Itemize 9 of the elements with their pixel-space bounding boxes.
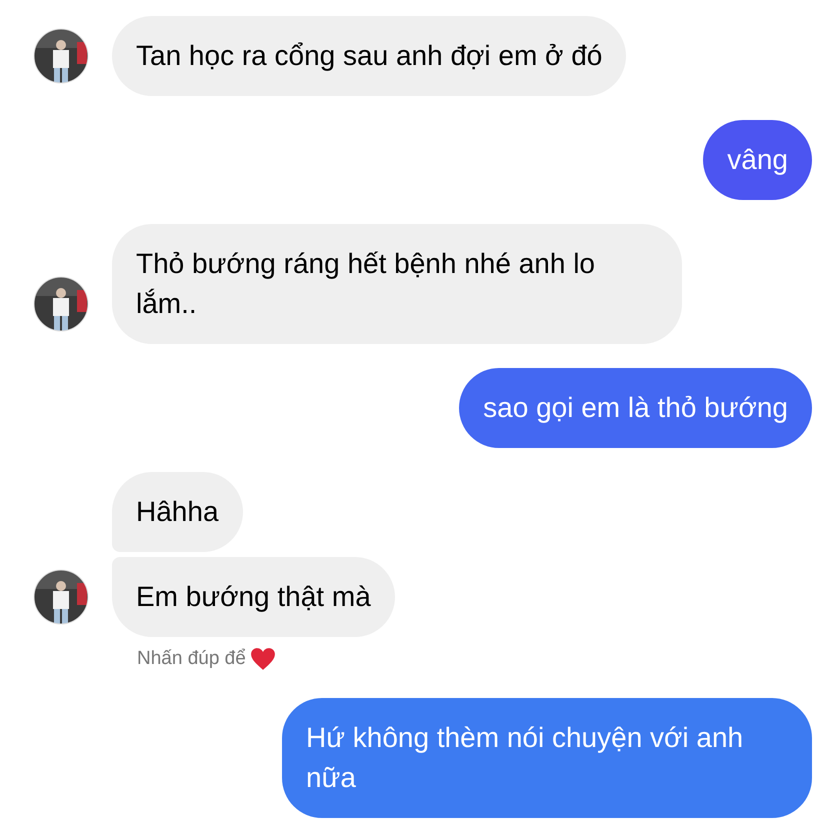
heart-icon	[250, 647, 276, 672]
hint-text: Nhấn đúp để	[137, 647, 246, 671]
sent-message-bubble: vâng	[703, 120, 812, 200]
sent-message-bubble: Hứ không thèm nói chuyện với anh nữa	[282, 698, 812, 818]
received-message-bubble: Tan học ra cổng sau anh đợi em ở đó	[112, 16, 626, 96]
received-message-bubble: Em bướng thật mà	[112, 557, 395, 637]
received-message-bubble: Hâhha	[112, 472, 243, 552]
received-message-bubble: Thỏ bướng ráng hết bệnh nhé anh lo lắm..	[112, 224, 682, 344]
sent-message-bubble: sao gọi em là thỏ bướng	[459, 368, 812, 448]
